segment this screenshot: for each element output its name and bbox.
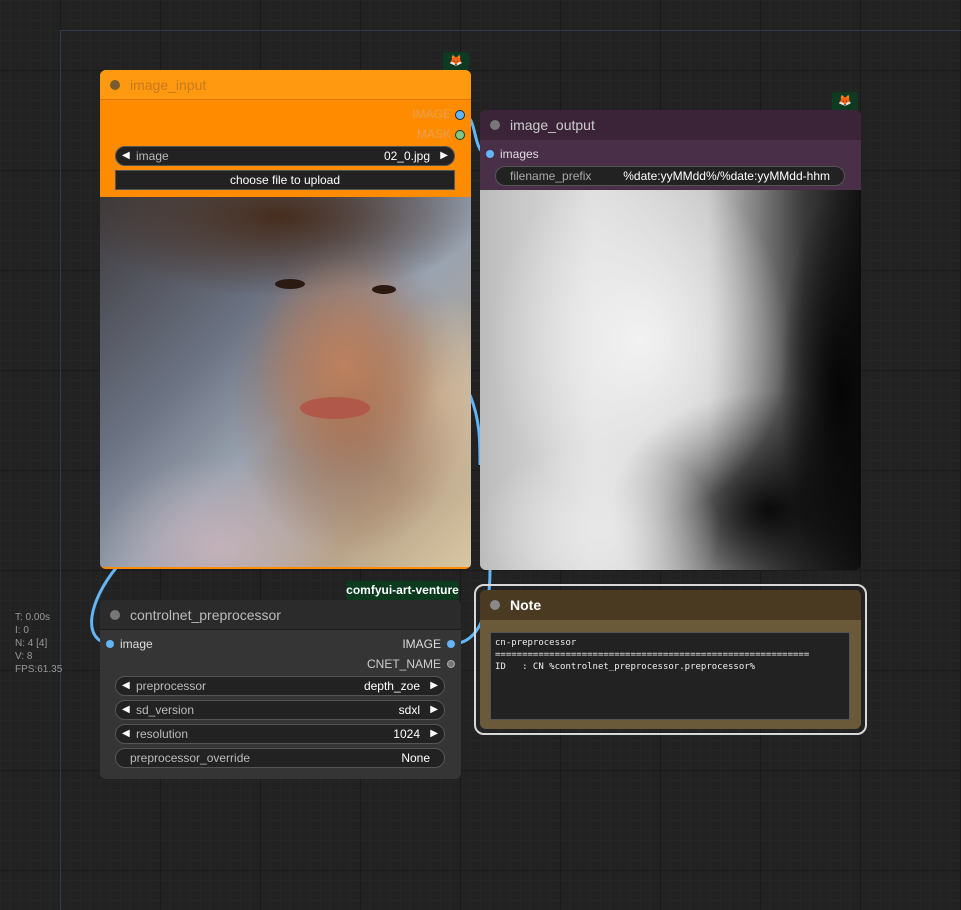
output-label-mask: MASK xyxy=(416,127,451,141)
stat-fps: FPS:61.35 xyxy=(15,664,63,675)
preprocessor-override-text[interactable]: preprocessor_override None xyxy=(115,748,445,768)
resolution-number[interactable]: ◀ resolution 1024 ▶ xyxy=(115,724,445,744)
preprocessor-combo[interactable]: ◀ preprocessor depth_zoe ▶ xyxy=(115,676,445,696)
input-slot-image[interactable] xyxy=(106,640,114,648)
arrow-left-icon[interactable]: ◀ xyxy=(122,677,130,695)
arrow-left-icon[interactable]: ◀ xyxy=(122,147,130,165)
input-slot-images[interactable] xyxy=(486,150,494,158)
sd-version-combo[interactable]: ◀ sd_version sdxl ▶ xyxy=(115,700,445,720)
filename-prefix-widget[interactable]: filename_prefix %date:yyMMdd%/%date:yyMM… xyxy=(495,166,845,186)
collapse-dot[interactable] xyxy=(490,600,500,610)
node-title: image_output xyxy=(510,117,595,133)
output-slot-mask[interactable] xyxy=(455,130,465,140)
image-combo-widget[interactable]: ◀ image 02_0.jpg ▶ xyxy=(115,146,455,166)
output-slot-image[interactable] xyxy=(447,640,455,648)
output-label-image: IMAGE xyxy=(412,107,451,121)
node-controlnet-preprocessor[interactable]: controlnet_preprocessor image IMAGE CNET… xyxy=(100,600,461,779)
arrow-right-icon[interactable]: ▶ xyxy=(430,701,438,719)
output-slot-cnet-name[interactable] xyxy=(447,660,455,668)
arrow-right-icon[interactable]: ▶ xyxy=(430,725,438,743)
input-label-images: images xyxy=(500,147,539,161)
arrow-right-icon[interactable]: ▶ xyxy=(440,147,448,165)
arrow-right-icon[interactable]: ▶ xyxy=(430,677,438,695)
node-note[interactable]: Note cn-preprocessor ====================… xyxy=(480,590,861,729)
arrow-left-icon[interactable]: ◀ xyxy=(122,701,130,719)
output-image-preview xyxy=(480,190,861,570)
stat-v: V: 8 xyxy=(15,651,33,662)
node-title: Note xyxy=(510,597,542,613)
node-title-bar[interactable]: Note xyxy=(480,590,861,620)
photo-lips xyxy=(300,397,370,419)
note-textarea[interactable]: cn-preprocessor =========================… xyxy=(490,632,850,720)
input-label-image: image xyxy=(120,637,153,651)
output-label-cnet-name: CNET_NAME xyxy=(366,657,441,671)
collapse-dot[interactable] xyxy=(110,80,120,90)
node-title-bar[interactable]: image_output xyxy=(480,110,861,140)
note-line: cn-preprocessor xyxy=(495,638,577,648)
stat-nodes: N: 4 [4] xyxy=(15,638,48,649)
node-title: image_input xyxy=(130,77,207,93)
photo-eye-right xyxy=(372,285,396,294)
node-image-input[interactable]: image_input IMAGE MASK ◀ image 02_0.jpg … xyxy=(100,70,471,569)
collapse-dot[interactable] xyxy=(110,610,120,620)
photo-eye-left xyxy=(275,279,305,289)
note-line: ========================================… xyxy=(495,650,810,660)
node-title-bar[interactable]: image_input xyxy=(100,70,471,100)
upload-button[interactable]: choose file to upload xyxy=(115,170,455,190)
node-image-output[interactable]: image_output images filename_prefix %dat… xyxy=(480,110,861,570)
note-line: ID : CN %controlnet_preprocessor.preproc… xyxy=(495,662,756,672)
fox-icon: 🦊 xyxy=(443,52,469,70)
stat-time: T: 0.00s xyxy=(15,612,51,623)
fox-icon: 🦊 xyxy=(832,92,858,110)
stat-i: I: 0 xyxy=(15,625,29,636)
node-title-bar[interactable]: controlnet_preprocessor xyxy=(100,600,461,630)
collapse-dot[interactable] xyxy=(490,120,500,130)
output-label-image: IMAGE xyxy=(402,637,441,651)
canvas-stats: T: 0.00s I: 0 N: 4 [4] V: 8 FPS:61.35 xyxy=(15,611,62,676)
node-source-badge: comfyui-art-venture xyxy=(346,581,459,600)
node-title: controlnet_preprocessor xyxy=(130,607,281,623)
input-image-preview xyxy=(100,197,471,567)
arrow-left-icon[interactable]: ◀ xyxy=(122,725,130,743)
output-slot-image[interactable] xyxy=(455,110,465,120)
